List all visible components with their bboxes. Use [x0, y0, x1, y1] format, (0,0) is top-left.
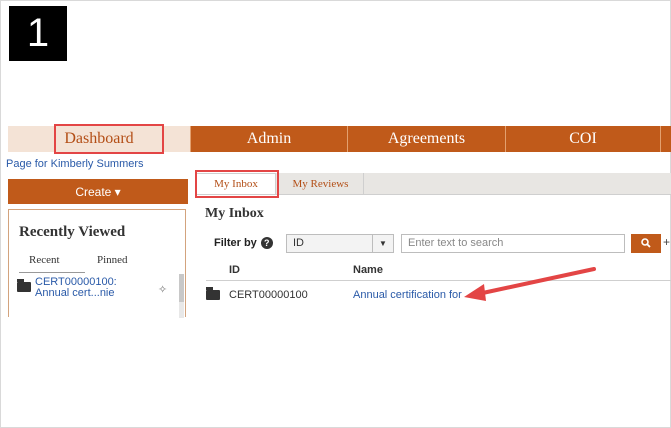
search-input[interactable]: Enter text to search: [401, 234, 625, 253]
search-button[interactable]: [631, 234, 661, 253]
recently-viewed-item-label: CERT00000100: Annual cert...nie: [35, 276, 117, 299]
filter-by-select[interactable]: ID ▼: [286, 234, 394, 253]
page-owner-link[interactable]: Page for Kimberly Summers: [6, 158, 144, 170]
nav-admin[interactable]: Admin: [191, 126, 348, 152]
active-tab-underline: [19, 272, 85, 273]
folder-icon: [17, 279, 31, 292]
tab-my-reviews[interactable]: My Reviews: [278, 173, 364, 194]
add-filter-icon[interactable]: +: [663, 235, 671, 249]
row-name-link[interactable]: Annual certification for: [353, 289, 462, 301]
search-icon: [641, 238, 651, 248]
highlight-box-dashboard: [54, 124, 164, 154]
step-number-badge: 1: [9, 6, 67, 61]
tab-recent[interactable]: Recent: [29, 254, 60, 266]
recently-viewed-title: Recently Viewed: [19, 224, 126, 240]
create-button[interactable]: Create ▾: [8, 179, 188, 204]
filter-by-value: ID: [293, 237, 304, 249]
filter-label-text: Filter by: [214, 237, 257, 249]
tab-pinned[interactable]: Pinned: [97, 254, 128, 266]
help-icon[interactable]: ?: [260, 237, 273, 249]
column-header-id[interactable]: ID: [229, 264, 240, 276]
highlight-box-my-inbox: [195, 170, 279, 198]
row-id: CERT00000100: [229, 289, 308, 301]
column-header-name[interactable]: Name: [353, 264, 383, 276]
scrollbar-thumb[interactable]: [179, 274, 184, 302]
recently-viewed-panel: Recently Viewed Recent Pinned CERT000001…: [8, 209, 186, 318]
annotation-arrow: [464, 267, 596, 301]
filter-label: Filter by ?: [214, 237, 273, 249]
table-divider: [206, 280, 671, 281]
inbox-title: My Inbox: [205, 206, 264, 221]
dropdown-arrow-icon: ▼: [372, 235, 393, 252]
pin-icon[interactable]: ✧: [158, 283, 167, 296]
nav-coi[interactable]: COI: [506, 126, 661, 152]
folder-icon: [206, 287, 220, 300]
nav-agreements[interactable]: Agreements: [348, 126, 506, 152]
